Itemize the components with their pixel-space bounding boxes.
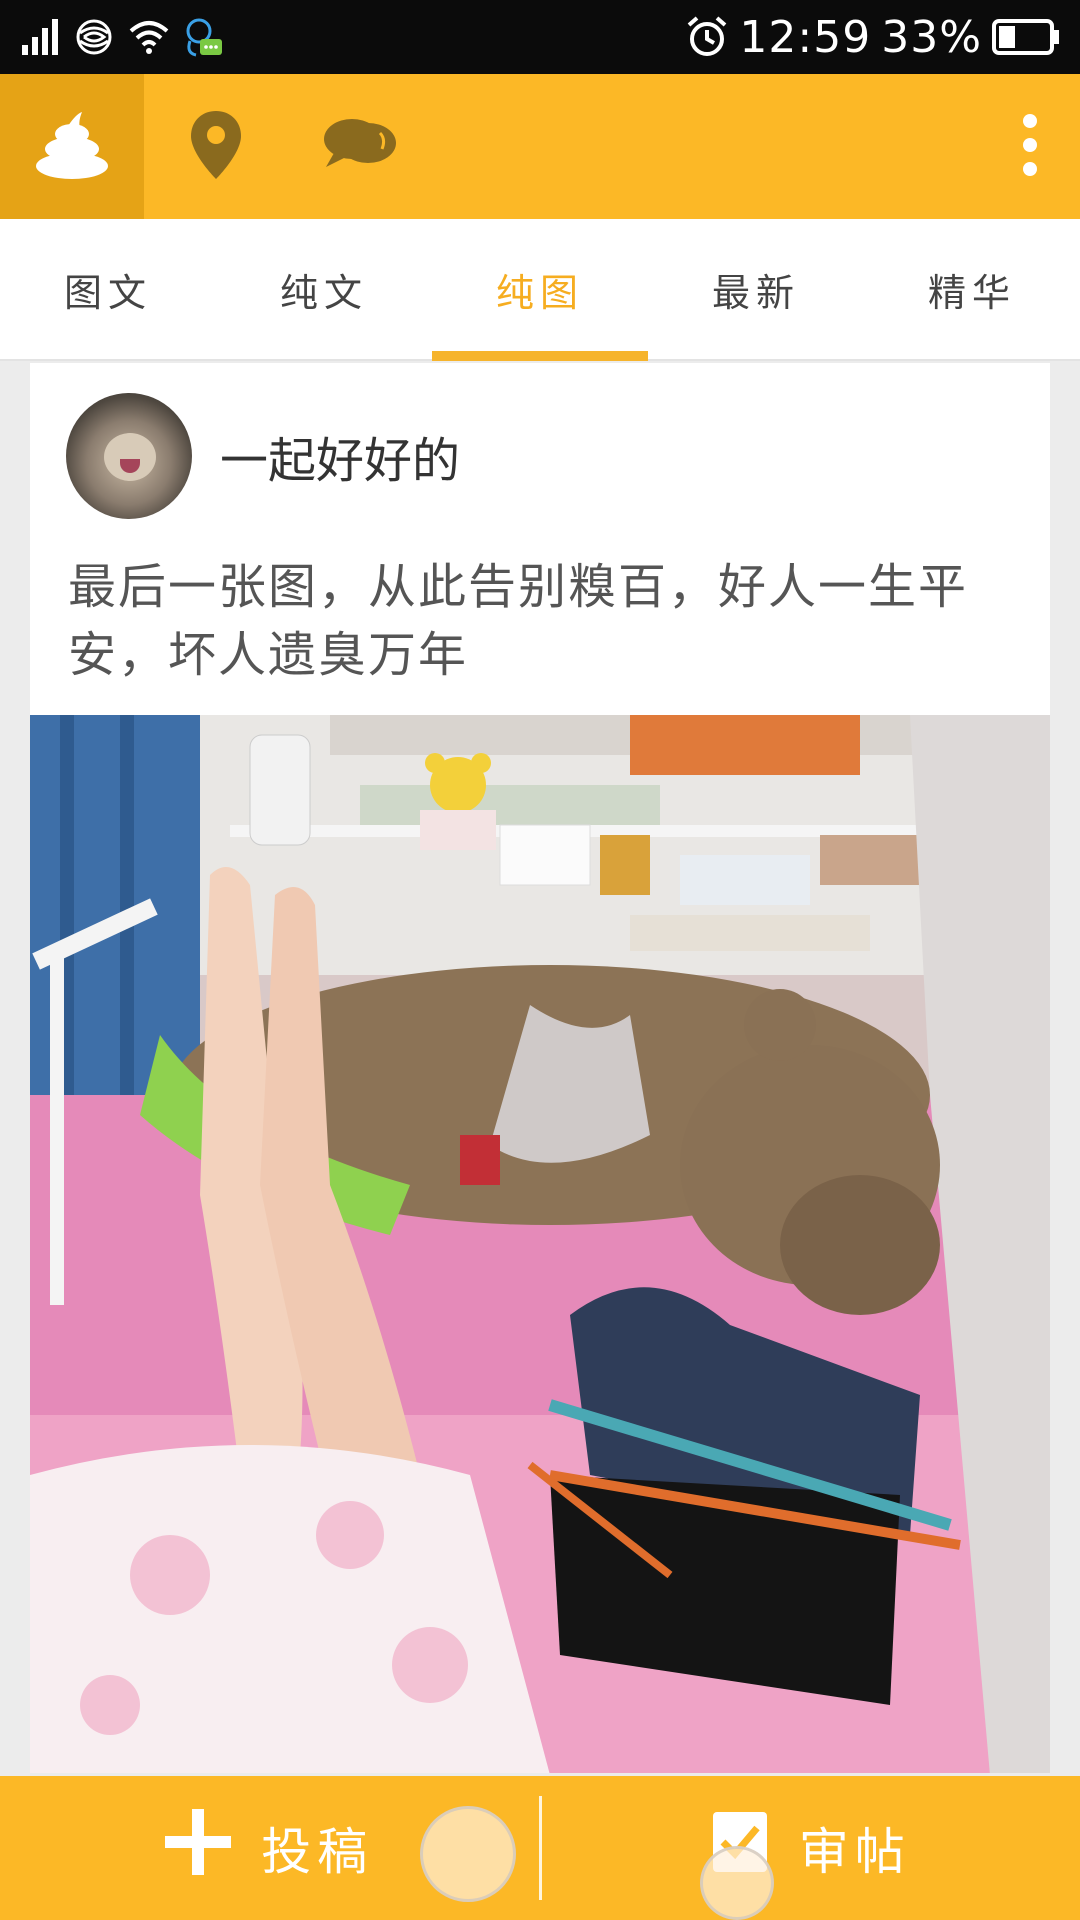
tab-image-only[interactable]: 纯图: [432, 219, 648, 361]
poop-icon: [32, 110, 112, 184]
tab-latest[interactable]: 最新: [648, 219, 864, 359]
avatar[interactable]: [66, 393, 192, 519]
status-bar: 12:59 33%: [0, 0, 1080, 74]
post-author[interactable]: 一起好好的: [66, 393, 460, 519]
location-button[interactable]: [144, 74, 288, 219]
author-name[interactable]: 一起好好的: [220, 421, 460, 491]
chat-bubbles-icon: [320, 115, 400, 179]
review-posts-button[interactable]: 审帖: [542, 1810, 1080, 1886]
status-left: [20, 15, 224, 59]
tab-text-only[interactable]: 纯文: [216, 219, 432, 359]
top-app-bar: [0, 74, 1080, 219]
home-button[interactable]: [0, 74, 144, 219]
touch-indicator-secondary: [700, 1846, 774, 1920]
post-text: 最后一张图，从此告别糗百，好人一生平安，坏人遗臭万年: [68, 559, 969, 683]
category-tabs: 图文 纯文 纯图 最新 精华: [0, 219, 1080, 361]
status-right: 12:59 33%: [685, 12, 1060, 63]
touch-indicator: [420, 1806, 516, 1902]
post-image[interactable]: [30, 715, 1050, 1773]
clock-time: 12:59: [739, 11, 872, 63]
location-pin-icon: [188, 109, 244, 185]
messages-button[interactable]: [288, 74, 432, 219]
notification-bubble-icon: [184, 15, 224, 59]
alarm-icon: [685, 15, 729, 59]
bottom-divider: [538, 1796, 542, 1900]
plus-icon: [165, 1809, 232, 1887]
review-posts-label: 审帖: [798, 1823, 911, 1881]
battery-percent: 33%: [881, 11, 982, 63]
tab-featured[interactable]: 精华: [864, 219, 1080, 359]
submit-post-label: 投稿: [261, 1823, 374, 1881]
post-card[interactable]: 一起好好的 最后一张图，从此告别糗百，好人一生平安，坏人遗臭万年: [30, 363, 1050, 1773]
more-menu-button[interactable]: [980, 74, 1080, 219]
avatar-cat-face: [104, 433, 156, 481]
battery-icon: [992, 17, 1060, 57]
tab-image-text[interactable]: 图文: [0, 219, 216, 359]
wifi-icon: [128, 17, 170, 57]
carrier-icon: [74, 17, 114, 57]
signal-icon: [20, 17, 60, 57]
more-vertical-icon: [1020, 113, 1040, 181]
post-photo-illustration: [30, 715, 1050, 1773]
bottom-action-bar: 投稿 审帖: [0, 1776, 1080, 1920]
